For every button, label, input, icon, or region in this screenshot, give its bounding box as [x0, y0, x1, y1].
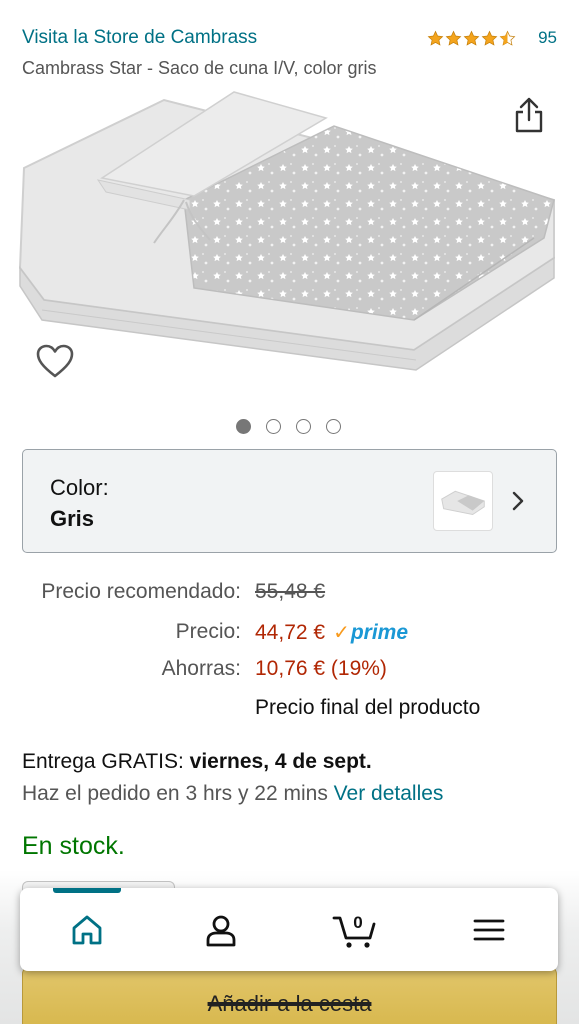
color-label: Color:: [50, 475, 109, 500]
heart-icon[interactable]: [36, 344, 74, 380]
delivery-prefix: Entrega GRATIS:: [22, 750, 190, 773]
price-row: Precio: 44,72 € ✓ prime: [0, 620, 579, 650]
star-half-icon: [499, 30, 516, 46]
bottom-nav: 0: [20, 888, 558, 971]
star-full-icon: [427, 30, 444, 46]
cart-icon: 0: [332, 913, 376, 948]
image-pagination: [236, 419, 341, 434]
star-full-icon: [445, 30, 462, 46]
savings-value: 10,76 € (19%): [255, 657, 387, 680]
product-title: Cambrass Star - Saco de cuna I/V, color …: [22, 58, 377, 78]
delivery-date: viernes, 4 de sept.: [189, 750, 372, 773]
stock-status: En stock.: [22, 832, 125, 860]
star-full-icon: [481, 30, 498, 46]
color-selector[interactable]: Color: Gris: [22, 449, 557, 553]
chevron-right-icon: [512, 491, 524, 511]
nav-home[interactable]: [20, 888, 154, 971]
product-image[interactable]: [14, 88, 562, 378]
final-price-note: Precio final del producto: [255, 696, 481, 719]
nav-menu[interactable]: [422, 888, 556, 971]
rating-count[interactable]: 95: [538, 28, 557, 48]
details-link[interactable]: Ver detalles: [334, 782, 444, 805]
home-icon: [72, 915, 102, 944]
delivery-info: Entrega GRATIS: viernes, 4 de sept.: [22, 750, 372, 774]
pagination-dot[interactable]: [296, 419, 311, 434]
menu-icon: [473, 919, 505, 940]
nav-cart[interactable]: 0: [288, 888, 422, 971]
add-to-cart-label: Añadir a la cesta: [207, 991, 372, 1016]
recommended-price-label: Precio recomendado:: [41, 580, 241, 603]
pagination-dot[interactable]: [326, 419, 341, 434]
nav-account[interactable]: [154, 888, 288, 971]
rating[interactable]: 95: [427, 28, 557, 48]
pagination-dot[interactable]: [236, 419, 251, 434]
recommended-price-row: Precio recomendado: 55,48 €: [0, 580, 579, 610]
price-value-group: 44,72 € ✓ prime: [255, 620, 408, 645]
cart-count: 0: [353, 913, 362, 932]
prime-badge: ✓ prime: [333, 620, 408, 645]
order-countdown: Haz el pedido en 3 hrs y 22 mins: [22, 782, 334, 805]
pagination-dot[interactable]: [266, 419, 281, 434]
star-rating: [427, 30, 516, 47]
prime-label: prime: [350, 621, 409, 644]
nav-active-indicator: [53, 888, 121, 893]
color-value: Gris: [50, 506, 95, 531]
prime-check-icon: ✓: [333, 622, 350, 644]
price-label: Precio:: [175, 620, 241, 643]
order-deadline: Haz el pedido en 3 hrs y 22 mins Ver det…: [22, 782, 443, 806]
header-row: Visita la Store de Cambrass 95: [22, 27, 557, 53]
account-icon: [206, 915, 236, 946]
add-to-cart-button[interactable]: Añadir a la cesta: [22, 966, 557, 1024]
store-link[interactable]: Visita la Store de Cambrass: [22, 27, 257, 49]
savings-label: Ahorras:: [161, 657, 241, 680]
star-full-icon: [463, 30, 480, 46]
price-value: 44,72 €: [255, 621, 326, 644]
color-thumbnail: [433, 471, 493, 531]
savings-row: Ahorras: 10,76 € (19%): [0, 657, 579, 687]
share-icon[interactable]: [512, 96, 546, 134]
recommended-price-value: 55,48 €: [255, 580, 326, 603]
